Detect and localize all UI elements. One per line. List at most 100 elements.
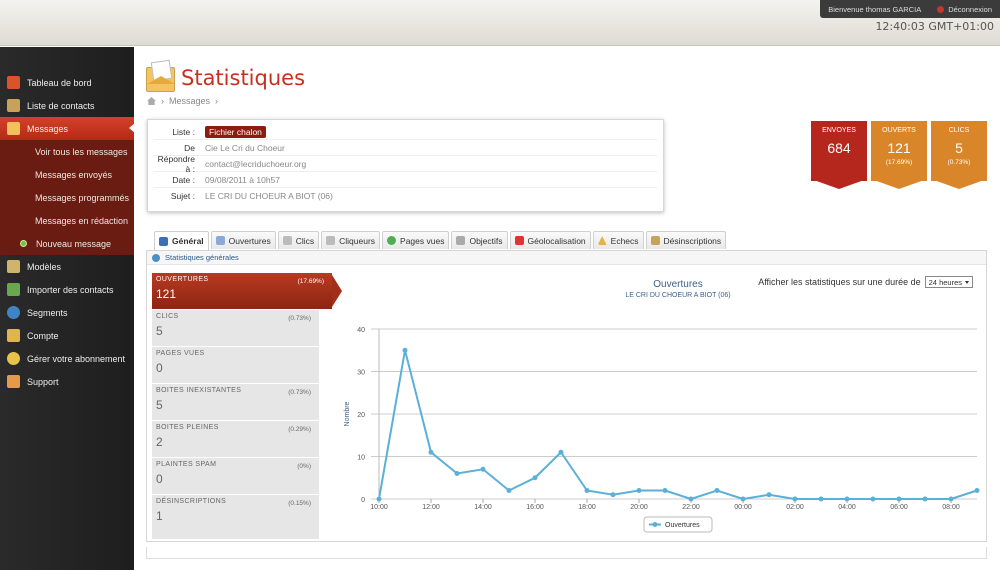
list-badge[interactable]: Fichier chalon [205,125,266,138]
metric-nonexistent-boxes[interactable]: BOITES INEXISTANTES (0.73%) 5 [152,384,319,421]
sidebar-item-label: Segments [27,307,68,318]
data-point [844,496,850,502]
welcome-text: Bienvenue thomas GARCIA [828,4,922,14]
metric-pct: (0.15%) [288,500,311,507]
stat-pct: (17.69%) [885,159,913,166]
tab-failures[interactable]: Echecs [592,231,644,249]
sidebar-item-label: Liste de contacts [27,100,95,111]
reply-to-label: Répondre à : [157,153,195,174]
x-tick-label: 20:00 [630,504,648,511]
sidebar-item-dashboard[interactable]: Tableau de bord [0,71,134,94]
data-point [714,488,720,493]
list-label: Liste : [172,126,195,137]
metric-spam-complaints[interactable]: PLAINTES SPAM (0%) 0 [152,458,319,495]
tab-label: Général [172,236,204,246]
data-point [662,488,668,493]
coins-icon [7,352,20,365]
submenu-sent-messages[interactable]: Messages envoyés [0,163,134,186]
sidebar-item-account[interactable]: Compte [0,324,134,347]
new-message-link[interactable]: Nouveau message [0,232,134,255]
metrics-list: OUVERTURES (17.69%) 121 CLICS (0.73%) 5 PAGE… [152,273,342,539]
data-point [454,471,460,476]
metric-value: 121 [156,287,177,301]
tab-goals[interactable]: Objectifs [451,231,508,249]
metric-value: 0 [156,361,163,375]
logout-icon [937,5,945,13]
chevron-right-icon: › [161,96,164,106]
x-tick-label: 04:00 [838,504,856,511]
data-point [974,488,980,493]
x-tick-label: 12:00 [422,504,440,511]
info-row-reply-to: Répondre à : contact@lecriduchoeur.org [154,153,657,174]
sidebar-item-messages[interactable]: Messages [0,117,135,140]
stat-pct: (0.73%) [947,159,971,166]
metric-pct: (0.73%) [288,315,311,322]
tab-label: Ouvertures [228,235,271,246]
subject-label: Sujet : [170,191,195,201]
metric-clicks[interactable]: CLICS (0.73%) 5 [152,310,319,347]
sidebar-item-segments[interactable]: Segments [0,301,134,324]
tab-geolocation[interactable]: Géolocalisation [509,231,591,249]
metric-value: 5 [156,398,163,412]
legend-swatch-dot [652,522,658,527]
data-point [480,466,486,472]
submenu-scheduled-messages[interactable]: Messages programmés [0,186,134,209]
duration-select[interactable]: 24 heures [924,276,973,288]
data-point [688,496,694,502]
metric-opens[interactable]: OUVERTURES (17.69%) 121 [152,273,342,310]
messages-submenu: Voir tous les messages Messages envoyés … [0,140,134,255]
stat-value: 5 [955,140,963,156]
logout-label: Déconnexion [948,4,992,14]
data-point [766,492,772,498]
stat-label: OUVERTS [882,127,916,134]
support-icon [7,375,20,388]
unsubscribe-icon [650,236,660,245]
import-icon [7,283,20,296]
sidebar-item-templates[interactable]: Modèles [0,255,134,278]
sidebar-item-contacts[interactable]: Liste de contacts [0,94,134,117]
metric-unsubscribes[interactable]: DÉSINSCRIPTIONS (0.15%) 1 [152,495,319,532]
home-icon[interactable] [147,97,156,105]
cursor-icon [326,236,336,245]
submenu-all-messages[interactable]: Voir tous les messages [0,140,134,163]
chart-subtitle: LE CRI DU CHOEUR A BIOT (06) [625,292,730,299]
stats-panel: Statistiques générales OUVERTURES (17.69%… [146,250,987,542]
y-tick-label: 10 [357,455,365,462]
user-box: Bienvenue thomas GARCIA Déconnexion [820,0,1000,18]
tab-clickers[interactable]: Cliqueurs [321,231,381,249]
metric-pct: (0%) [297,463,311,470]
submenu-draft-messages[interactable]: Messages en rédaction [0,209,134,232]
tab-unsubscribes[interactable]: Désinscriptions [645,231,727,249]
tab-page-views[interactable]: Pages vues [382,231,450,249]
data-point [896,496,902,502]
data-point [584,488,590,493]
x-tick-label: 14:00 [474,504,492,511]
metric-full-boxes[interactable]: BOITES PLEINES (0.29%) 2 [152,421,319,458]
y-tick-label: 40 [357,327,365,334]
globe-icon [7,306,20,319]
metric-page-views[interactable]: PAGES VUES 0 [152,347,319,384]
tab-clicks[interactable]: Clics [277,231,320,249]
x-tick-label: 10:00 [370,504,388,511]
stat-label: ENVOYES [822,127,856,134]
sidebar-item-import[interactable]: Importer des contacts [0,278,134,301]
from-value: Cie Le Cri du Choeur [205,142,285,153]
x-tick-label: 18:00 [578,504,596,511]
sidebar-item-subscription[interactable]: Gérer votre abonnement [0,347,134,370]
new-message-label: Nouveau message [36,238,112,249]
stat-arrow [811,179,867,189]
breadcrumb-messages[interactable]: Messages [169,96,210,106]
x-tick-label: 22:00 [682,504,700,511]
duration-label: Afficher les statistiques sur une durée … [758,277,921,287]
metric-label: PLAINTES SPAM [156,461,217,468]
stat-arrow [931,179,987,189]
x-tick-label: 16:00 [526,504,544,511]
sidebar-item-support[interactable]: Support [0,370,134,393]
bar-chart-icon [159,236,168,246]
tab-general[interactable]: Général [154,231,209,250]
data-point [922,496,928,502]
page-title: Statistiques [181,66,306,90]
reply-to-value: contact@lecriduchoeur.org [205,158,307,169]
tab-opens[interactable]: Ouvertures [210,231,276,249]
logout-link[interactable]: Déconnexion [937,5,992,14]
